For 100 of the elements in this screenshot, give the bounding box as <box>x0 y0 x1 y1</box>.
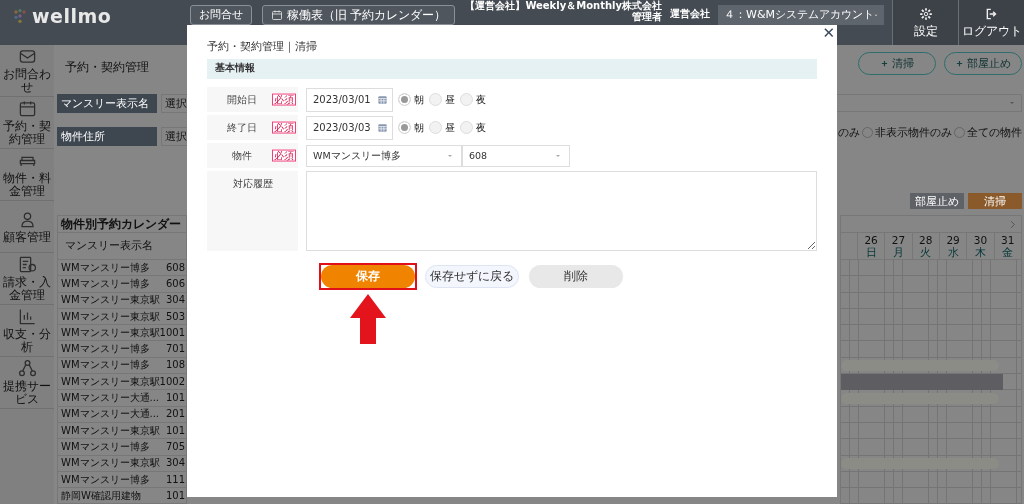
filter-label: マンスリー表示名 <box>57 94 157 113</box>
logo-dots-icon <box>12 8 28 25</box>
property-name: WMマンスリー博多 <box>61 440 150 453</box>
invoice-icon <box>17 255 37 275</box>
field-label: 開始日 <box>226 93 257 106</box>
sidebar-item[interactable]: 予約・契約管理 <box>0 97 54 149</box>
delete-button[interactable]: 削除 <box>529 265 623 288</box>
add-button[interactable]: 部屋止め <box>944 52 1022 75</box>
calendar-icon <box>377 94 388 105</box>
header-action[interactable]: ログアウト <box>958 0 1024 45</box>
property-name: WMマンスリー東京駅 <box>61 457 160 470</box>
calendar-icon <box>377 122 388 133</box>
account-select[interactable]: ４：W&Mシステムアカウント <box>718 5 884 25</box>
header-action[interactable]: 設定 <box>892 0 958 45</box>
property-name: 静岡W確認用建物 <box>61 489 141 502</box>
property-name: WMマンスリー東京駅 <box>61 375 160 388</box>
plus-icon <box>880 60 888 67</box>
calendar-icon <box>270 9 283 21</box>
add-button[interactable]: 清掃 <box>858 52 936 75</box>
date-field[interactable]: 2023/03/03 <box>306 115 393 140</box>
room-number: 705 <box>165 440 185 453</box>
sidebar-item[interactable]: 提携サービス <box>0 357 54 409</box>
select-field[interactable]: WMマンスリー博多 <box>306 144 462 167</box>
day-number: 28 <box>919 234 933 247</box>
filter-field[interactable]: 選択 <box>161 94 189 113</box>
radio-label: 全ての物件 <box>967 126 1022 139</box>
property-name: WMマンスリー博多 <box>61 359 150 372</box>
day-number: 31 <box>1001 234 1015 247</box>
back-button[interactable]: 保存せずに戻る <box>425 265 519 288</box>
property-name: WMマンスリー東京駅 <box>61 310 160 323</box>
room-number: 108 <box>165 359 185 372</box>
filter-field[interactable]: 選択 <box>161 127 189 146</box>
company-name: 【運営会社】Weekly＆Monthly株式会社 <box>465 1 662 12</box>
plus-icon <box>955 60 963 67</box>
select-field[interactable]: 608 <box>462 144 570 167</box>
room-number: 606 <box>165 277 185 290</box>
sidebar-item[interactable]: 請求・入金管理 <box>0 253 54 305</box>
required-badge: 必須 <box>272 93 296 106</box>
settings-icon <box>918 6 933 21</box>
room-number: 101 <box>165 489 185 502</box>
weekday: 木 <box>974 246 986 259</box>
user-role: 管理者 <box>632 11 662 22</box>
chevron-right-icon <box>1008 218 1017 230</box>
section-header: 基本情報 <box>207 59 817 79</box>
room-number: 111 <box>165 473 185 486</box>
radio-button[interactable] <box>862 126 873 138</box>
network-icon <box>17 359 37 379</box>
property-name: WMマンスリー博多 <box>61 343 150 356</box>
close-button[interactable]: ✕ <box>822 26 835 41</box>
day-number: 26 <box>864 234 878 247</box>
radio-label: のみ <box>838 126 860 139</box>
radio-label: 朝 <box>414 93 424 106</box>
room-number: 101 <box>165 424 185 437</box>
required-badge: 必須 <box>272 149 296 162</box>
room-number: 503 <box>165 310 185 323</box>
modal-title: 予約・契約管理｜清掃 <box>207 40 318 55</box>
required-badge: 必須 <box>272 121 296 134</box>
room-number: 304 <box>165 457 185 470</box>
weekday: 金 <box>1002 246 1014 259</box>
property-name: WMマンスリー大通... <box>61 408 160 421</box>
date-field[interactable]: 2023/03/01 <box>306 87 393 112</box>
room-number: 201 <box>165 408 185 421</box>
property-name: WMマンスリー博多 <box>61 261 150 274</box>
room-number: 1002 <box>159 375 185 388</box>
weekday: 火 <box>920 246 932 259</box>
radio-label: 朝 <box>414 121 424 134</box>
sidebar-item[interactable]: 物件・料金管理 <box>0 149 54 201</box>
room-number: 701 <box>165 343 185 356</box>
property-name: WMマンスリー大通... <box>61 392 160 404</box>
day-number: 29 <box>946 234 960 247</box>
sidebar-item[interactable]: お問合わせ <box>0 45 54 97</box>
header-button[interactable]: 稼働表（旧 予約カレンダー） <box>261 5 456 25</box>
caret-icon <box>447 152 453 159</box>
room-number: 1001 <box>159 326 185 339</box>
weekday: 日 <box>865 246 877 259</box>
sidebar-item[interactable]: 収支・分析 <box>0 305 54 357</box>
header-button[interactable]: お問合せ <box>189 5 252 25</box>
radio-label: 夜 <box>476 121 486 134</box>
calendar-icon <box>17 99 37 119</box>
logout-icon <box>984 6 999 21</box>
radio-label: 非表示物件のみ <box>875 126 952 139</box>
property-name: WMマンスリー東京駅 <box>61 294 160 307</box>
text-area[interactable] <box>306 171 817 251</box>
select-field[interactable] <box>836 94 1022 112</box>
room-number: 608 <box>165 261 185 274</box>
room-number: 101 <box>165 392 185 404</box>
room-number: 304 <box>165 294 185 307</box>
caret-icon <box>1009 100 1015 106</box>
sidebar-item[interactable]: 顧客管理 <box>0 201 54 253</box>
property-name: WMマンスリー東京駅 <box>61 424 160 437</box>
property-name: WMマンスリー博多 <box>61 473 150 486</box>
calendar-title: 物件別予約カレンダー <box>58 216 186 233</box>
radio-button[interactable] <box>954 126 965 138</box>
property-name: WMマンスリー博多 <box>61 277 150 290</box>
radio-label: 昼 <box>445 93 455 106</box>
filter-label: 物件住所 <box>57 127 157 146</box>
day-number: 27 <box>891 234 906 247</box>
account-label: 運営会社 <box>670 9 710 20</box>
field-label: 終了日 <box>226 121 257 134</box>
field-label: 物件 <box>231 149 252 162</box>
